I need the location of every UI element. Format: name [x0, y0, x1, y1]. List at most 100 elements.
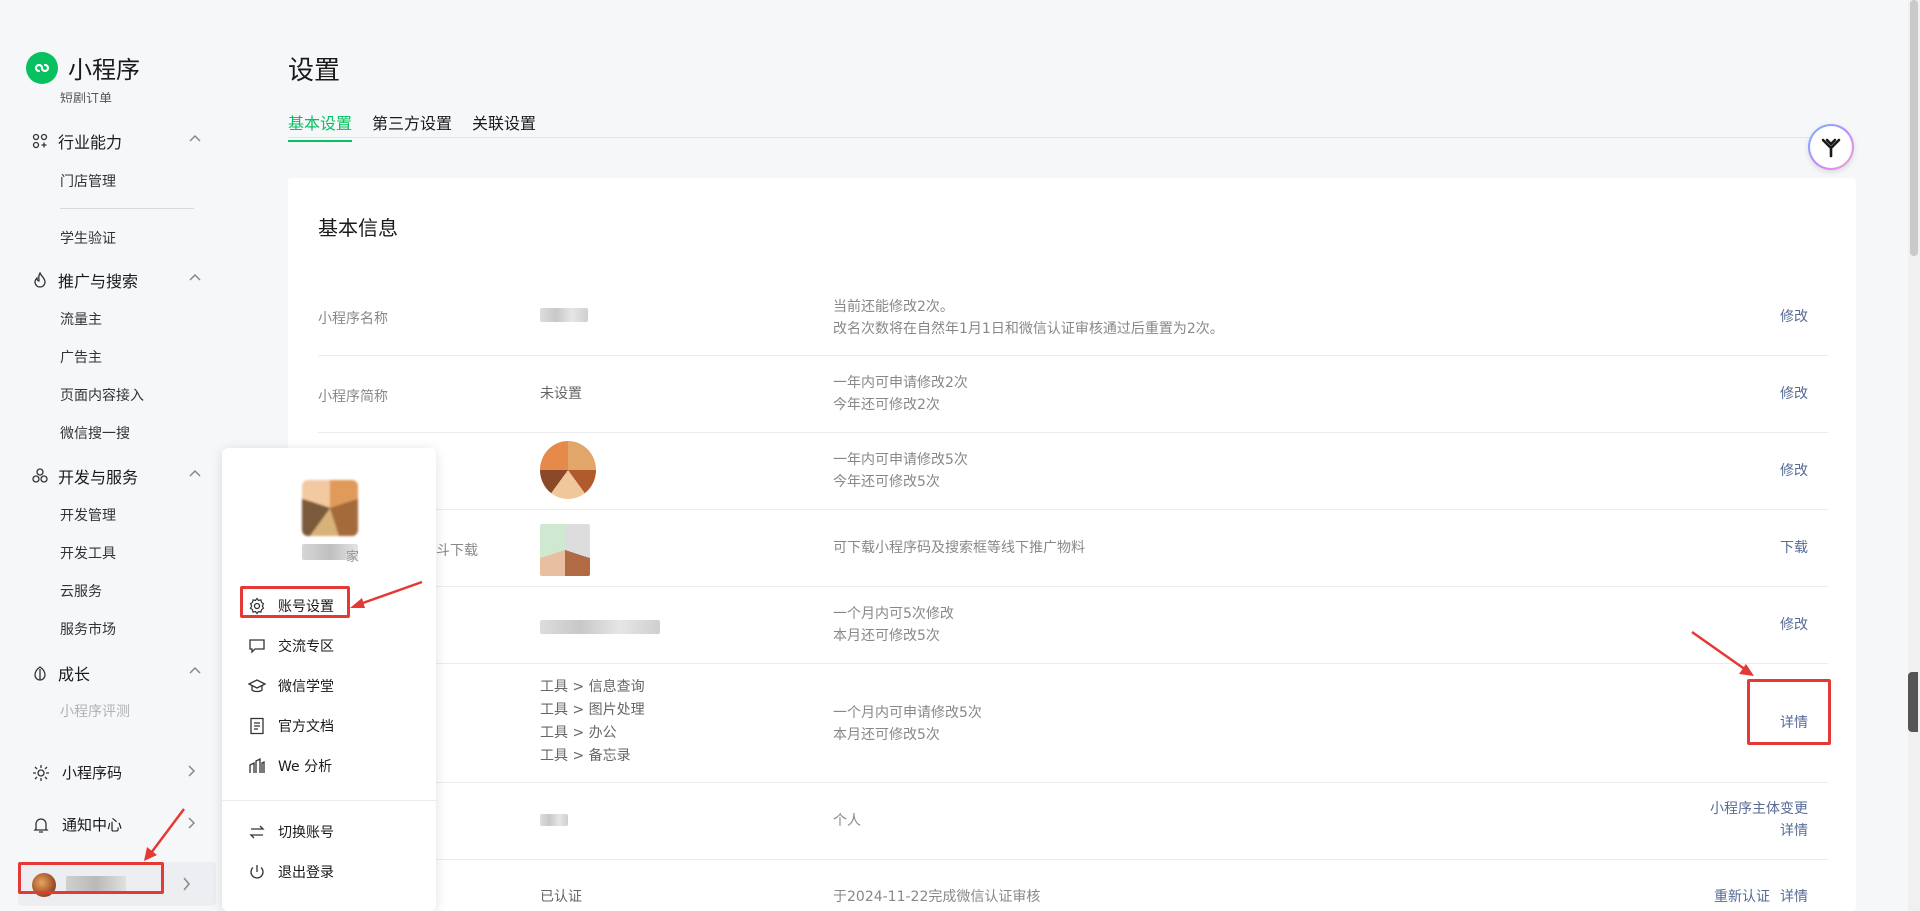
desc-line: 一年内可申请修改2次	[833, 375, 968, 391]
row-desc: 一年内可申请修改2次 今年还可修改2次	[833, 372, 968, 416]
sidebar-group-label: 推广与搜索	[58, 272, 139, 291]
menu-logout[interactable]: 退出登录	[248, 862, 334, 882]
sidebar-group-label: 开发与服务	[58, 468, 139, 487]
menu-label: 退出登录	[278, 865, 334, 881]
sidebar-group-growth[interactable]: 成长	[32, 661, 202, 685]
verification-detail-link[interactable]: 详情	[1780, 886, 1808, 908]
sidebar-group-label: 行业能力	[58, 133, 123, 152]
menu-switch-account[interactable]: 切换账号	[248, 822, 334, 842]
sidebar-group-promotion[interactable]: 推广与搜索	[32, 268, 202, 292]
row-desc: 可下载小程序码及搜索框等线下推广物料	[833, 540, 1085, 556]
info-row-name: 小程序名称 当前还能修改2次。 改名次数将在自然年1月1日和微信认证审核通过后重…	[318, 278, 1828, 356]
sidebar-item-page-content[interactable]: 页面内容接入	[60, 385, 144, 405]
highlight-box-account	[18, 862, 164, 894]
menu-we-analytics[interactable]: We 分析	[248, 756, 332, 776]
scrollbar-thumb[interactable]	[1910, 0, 1918, 256]
download-link[interactable]: 下载	[1780, 537, 1808, 559]
row-actions: 重新认证 详情	[1714, 886, 1808, 908]
row-value: 已认证	[540, 889, 582, 905]
row-label: 小程序名称	[318, 311, 388, 327]
sidebar-item-dev-tools[interactable]: 开发工具	[60, 543, 116, 563]
qrcode-blurred	[540, 524, 590, 576]
menu-wechat-academy[interactable]: 微信学堂	[248, 676, 334, 696]
info-row-intro: 一个月内可5次修改 本月还可修改5次 修改	[318, 587, 1828, 664]
sidebar-item-service-market[interactable]: 服务市场	[60, 619, 116, 639]
page-scrollbar[interactable]	[1908, 0, 1920, 911]
sidebar-row-label: 通知中心	[62, 816, 123, 834]
highlight-box-account-settings	[240, 586, 350, 618]
category-list: 工具 > 信息查询 工具 > 图片处理 工具 > 办公 工具 > 备忘录	[540, 676, 645, 768]
menu-official-docs[interactable]: 官方文档	[248, 716, 334, 736]
sidebar-item-cut[interactable]: 短剧订单	[60, 89, 112, 103]
desc-line: 今年还可修改5次	[833, 474, 940, 490]
menu-label: 交流专区	[278, 639, 334, 655]
flame-icon	[32, 272, 48, 288]
switch-icon	[248, 823, 266, 841]
reverify-link[interactable]: 重新认证	[1714, 886, 1770, 908]
desc-line: 改名次数将在自然年1月1日和微信认证审核通过后重置为2次。	[833, 321, 1224, 337]
page-title: 设置	[288, 56, 341, 86]
sun-icon	[32, 764, 50, 782]
menu-label: 微信学堂	[278, 679, 334, 695]
sidebar-item-qrcode[interactable]: 小程序码	[32, 762, 197, 783]
chevron-up-icon	[189, 273, 201, 281]
desc-line: 本月还可修改5次	[833, 628, 940, 644]
power-icon	[248, 863, 266, 881]
bell-icon	[32, 816, 50, 834]
edit-name-link[interactable]: 修改	[1780, 306, 1808, 328]
info-row-short-name: 小程序简称 未设置 一年内可申请修改2次 今年还可修改2次 修改	[318, 356, 1828, 433]
sidebar: 小程序 短剧订单 行业能力 门店管理 学生验证 推广与搜索 流量主 广告主 页面…	[0, 0, 220, 911]
app-name: 小程序	[68, 56, 140, 84]
mini-program-avatar-blurred	[540, 441, 596, 499]
menu-label: We 分析	[278, 759, 333, 775]
category-item: 工具 > 信息查询	[540, 679, 645, 695]
info-row-category: 工具 > 信息查询 工具 > 图片处理 工具 > 办公 工具 > 备忘录 一个月…	[318, 664, 1828, 783]
menu-label: 官方文档	[278, 719, 334, 735]
sidebar-item-advertiser[interactable]: 广告主	[60, 347, 102, 367]
chat-icon	[248, 637, 266, 655]
sidebar-item-wechat-search[interactable]: 微信搜一搜	[60, 423, 130, 443]
desc-line: 一个月内可申请修改5次	[833, 705, 982, 721]
row-desc: 一个月内可申请修改5次 本月还可修改5次	[833, 702, 982, 746]
sidebar-item-store[interactable]: 门店管理	[60, 171, 116, 191]
menu-community[interactable]: 交流专区	[248, 636, 334, 656]
red-arrow-icon	[350, 580, 423, 608]
desc-line: 当前还能修改2次。	[833, 299, 954, 315]
menu-divider	[222, 800, 436, 801]
sidebar-divider	[60, 208, 194, 209]
sidebar-group-industry[interactable]: 行业能力	[32, 129, 202, 153]
subject-change-link[interactable]: 小程序主体变更	[1710, 798, 1808, 820]
sidebar-item-traffic-owner[interactable]: 流量主	[60, 309, 102, 329]
edit-avatar-link[interactable]: 修改	[1780, 460, 1808, 482]
row-desc: 个人	[833, 813, 861, 829]
red-arrow-icon	[144, 808, 185, 861]
subject-detail-link[interactable]: 详情	[1710, 820, 1808, 842]
floating-assistant-button[interactable]	[1808, 124, 1854, 170]
info-row-qrcode: 斗下载 可下载小程序码及搜索框等线下推广物料 下载	[318, 510, 1828, 587]
row-desc: 当前还能修改2次。 改名次数将在自然年1月1日和微信认证审核通过后重置为2次。	[833, 296, 1224, 340]
account-name-partial: 家	[346, 550, 360, 565]
sidebar-item-student-verify[interactable]: 学生验证	[60, 228, 116, 248]
value-blurred	[540, 308, 588, 322]
row-actions: 小程序主体变更 详情	[1710, 798, 1808, 842]
sidebar-group-dev[interactable]: 开发与服务	[32, 464, 202, 488]
analytics-icon	[248, 757, 266, 775]
sidebar-item-evaluation[interactable]: 小程序评测	[60, 701, 130, 721]
desc-line: 一年内可申请修改5次	[833, 452, 968, 468]
edit-intro-link[interactable]: 修改	[1780, 614, 1808, 636]
sidebar-item-cloud[interactable]: 云服务	[60, 581, 102, 601]
highlight-box-detail	[1747, 679, 1831, 745]
menu-label: 切换账号	[278, 825, 334, 841]
sidebar-item-dev-manage[interactable]: 开发管理	[60, 505, 116, 525]
category-item: 工具 > 备忘录	[540, 748, 631, 764]
red-arrow-icon	[1691, 630, 1754, 676]
info-row-subject: 个人 小程序主体变更 详情	[318, 783, 1828, 860]
side-widget-handle[interactable]	[1908, 672, 1918, 732]
app-logo[interactable]: 小程序	[26, 50, 140, 85]
cluster-icon	[32, 468, 48, 484]
desc-line: 今年还可修改2次	[833, 397, 940, 413]
desc-line: 本月还可修改5次	[833, 727, 940, 743]
card-title: 基本信息	[318, 216, 398, 240]
basic-info-card: 基本信息 小程序名称 当前还能修改2次。 改名次数将在自然年1月1日和微信认证审…	[288, 178, 1856, 911]
edit-short-name-link[interactable]: 修改	[1780, 383, 1808, 405]
